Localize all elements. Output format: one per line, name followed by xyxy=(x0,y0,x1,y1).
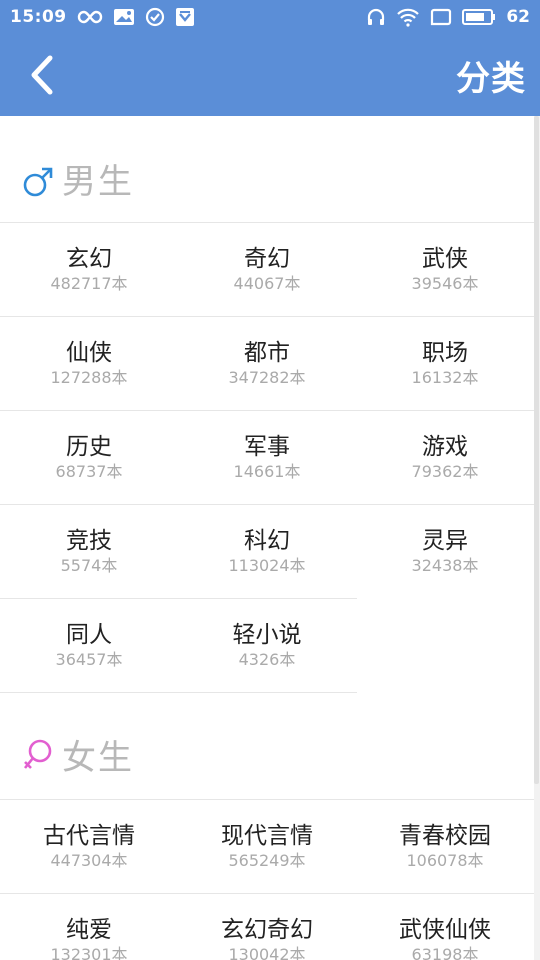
category-cell[interactable]: 竞技 5574本 xyxy=(0,505,178,598)
category-count: 113024本 xyxy=(228,555,306,575)
category-name: 游戏 xyxy=(422,433,468,460)
category-name: 仙侠 xyxy=(66,339,112,366)
category-count: 68737本 xyxy=(55,461,123,481)
category-count: 4326本 xyxy=(238,649,296,669)
wifi-icon xyxy=(396,7,420,27)
category-count: 5574本 xyxy=(60,555,118,575)
category-cell[interactable]: 仙侠 127288本 xyxy=(0,317,178,410)
category-name: 灵异 xyxy=(422,527,468,554)
section-header-male: 男生 xyxy=(0,116,534,222)
category-count: 39546本 xyxy=(411,273,479,293)
category-row: 同人 36457本 轻小说 4326本 xyxy=(0,598,357,693)
category-grid-female: 古代言情 447304本 现代言情 565249本 青春校园 106078本 纯… xyxy=(0,799,534,960)
category-name: 军事 xyxy=(244,433,290,460)
category-count: 32438本 xyxy=(411,555,479,575)
status-time: 15:09 xyxy=(10,7,67,27)
status-right: 62 xyxy=(366,0,530,34)
category-count: 132301本 xyxy=(50,944,128,960)
category-list[interactable]: 男生 玄幻 482717本 奇幻 44067本 武侠 39546本 仙侠 127… xyxy=(0,116,540,960)
back-button[interactable] xyxy=(16,48,66,102)
category-count: 36457本 xyxy=(55,649,123,669)
category-cell[interactable]: 历史 68737本 xyxy=(0,411,178,504)
category-count: 14661本 xyxy=(233,461,301,481)
category-name: 历史 xyxy=(66,433,112,460)
category-name: 同人 xyxy=(66,621,112,648)
category-name: 武侠仙侠 xyxy=(399,916,491,943)
page-title: 分类 xyxy=(456,58,526,99)
male-symbol-icon xyxy=(22,166,54,202)
category-name: 玄幻奇幻 xyxy=(221,916,313,943)
category-cell[interactable]: 科幻 113024本 xyxy=(178,505,356,598)
check-circle-icon xyxy=(145,7,165,27)
category-name: 职场 xyxy=(422,339,468,366)
category-count: 482717本 xyxy=(50,273,128,293)
screen: 15:09 62 分类 男生 玄幻 482717本 奇幻 44067本 武侠 3… xyxy=(0,0,540,960)
category-name: 竞技 xyxy=(66,527,112,554)
category-cell[interactable]: 武侠仙侠 63198本 xyxy=(356,894,534,960)
category-row: 历史 68737本 军事 14661本 游戏 79362本 xyxy=(0,410,534,504)
headset-icon xyxy=(366,7,386,27)
category-cell[interactable]: 军事 14661本 xyxy=(178,411,356,504)
section-title-male: 男生 xyxy=(62,162,134,202)
category-name: 古代言情 xyxy=(43,822,135,849)
category-count: 127288本 xyxy=(50,367,128,387)
category-name: 现代言情 xyxy=(221,822,313,849)
category-cell[interactable]: 轻小说 4326本 xyxy=(178,599,356,692)
category-cell[interactable]: 玄幻 482717本 xyxy=(0,223,178,316)
scrollbar-track[interactable] xyxy=(534,116,540,960)
status-bar: 15:09 62 xyxy=(0,0,540,34)
category-row: 竞技 5574本 科幻 113024本 灵异 32438本 xyxy=(0,504,534,598)
category-count: 79362本 xyxy=(411,461,479,481)
category-cell[interactable]: 游戏 79362本 xyxy=(356,411,534,504)
status-left: 15:09 xyxy=(10,0,195,34)
category-count: 347282本 xyxy=(228,367,306,387)
category-count: 130042本 xyxy=(228,944,306,960)
category-count: 16132本 xyxy=(411,367,479,387)
category-cell[interactable]: 玄幻奇幻 130042本 xyxy=(178,894,356,960)
category-count: 447304本 xyxy=(50,850,128,870)
category-count: 565249本 xyxy=(228,850,306,870)
category-count: 63198本 xyxy=(411,944,479,960)
category-cell[interactable]: 武侠 39546本 xyxy=(356,223,534,316)
category-cell[interactable]: 同人 36457本 xyxy=(0,599,178,692)
female-symbol-icon xyxy=(22,738,54,776)
battery-icon xyxy=(462,8,496,26)
category-cell[interactable]: 古代言情 447304本 xyxy=(0,800,178,893)
category-cell[interactable]: 奇幻 44067本 xyxy=(178,223,356,316)
shield-icon xyxy=(175,7,195,27)
category-name: 玄幻 xyxy=(66,245,112,272)
category-row: 仙侠 127288本 都市 347282本 职场 16132本 xyxy=(0,316,534,410)
category-name: 青春校园 xyxy=(399,822,491,849)
scrollbar-thumb[interactable] xyxy=(534,116,539,784)
app-bar: 分类 xyxy=(0,34,540,116)
category-name: 科幻 xyxy=(244,527,290,554)
infinity-icon xyxy=(77,9,103,25)
category-name: 武侠 xyxy=(422,245,468,272)
chevron-left-icon xyxy=(31,55,53,95)
category-name: 都市 xyxy=(244,339,290,366)
category-row: 玄幻 482717本 奇幻 44067本 武侠 39546本 xyxy=(0,222,534,316)
category-count: 106078本 xyxy=(406,850,484,870)
category-cell[interactable]: 职场 16132本 xyxy=(356,317,534,410)
category-cell[interactable]: 现代言情 565249本 xyxy=(178,800,356,893)
category-name: 纯爱 xyxy=(66,916,112,943)
category-row: 纯爱 132301本 玄幻奇幻 130042本 武侠仙侠 63198本 xyxy=(0,893,534,960)
category-count: 44067本 xyxy=(233,273,301,293)
battery-percentage: 62 xyxy=(506,7,530,27)
section-header-female: 女生 xyxy=(0,692,534,798)
category-row: 古代言情 447304本 现代言情 565249本 青春校园 106078本 xyxy=(0,799,534,893)
mail-icon xyxy=(113,8,135,26)
category-cell[interactable]: 纯爱 132301本 xyxy=(0,894,178,960)
category-name: 奇幻 xyxy=(244,245,290,272)
section-title-female: 女生 xyxy=(62,738,134,778)
category-cell[interactable]: 青春校园 106078本 xyxy=(356,800,534,893)
category-name: 轻小说 xyxy=(232,621,302,648)
screen-icon xyxy=(430,8,452,26)
category-cell[interactable]: 都市 347282本 xyxy=(178,317,356,410)
category-cell[interactable]: 灵异 32438本 xyxy=(356,505,534,598)
category-grid-male: 玄幻 482717本 奇幻 44067本 武侠 39546本 仙侠 127288… xyxy=(0,222,534,693)
